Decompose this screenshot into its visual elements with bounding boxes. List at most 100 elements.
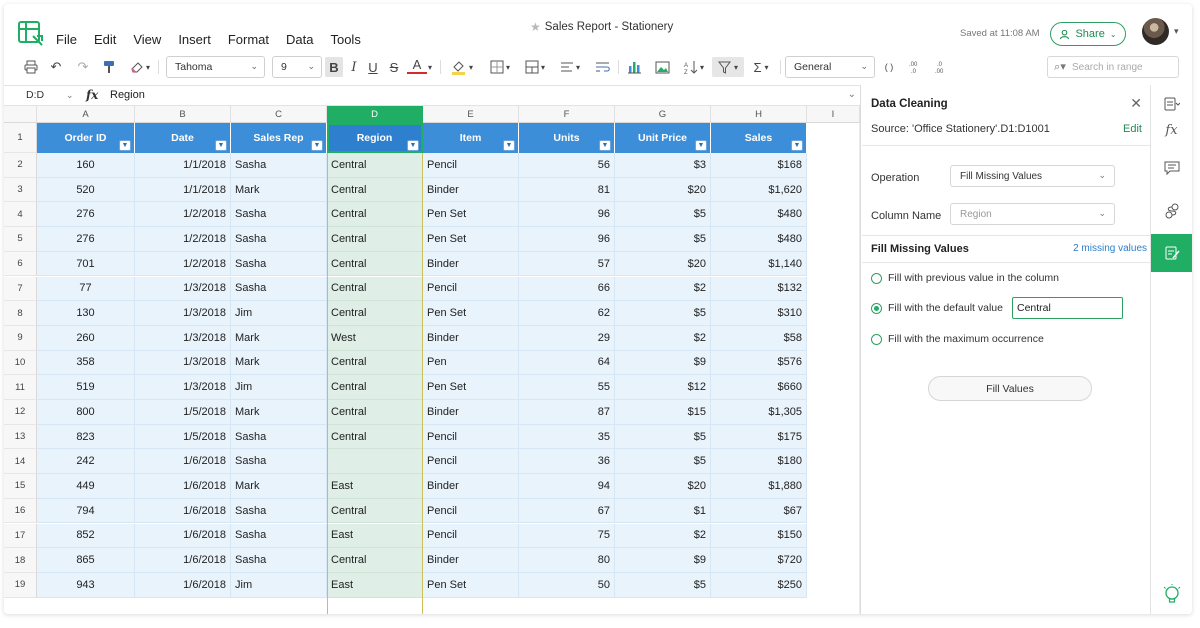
table-cell[interactable]: Sasha: [231, 227, 327, 252]
table-cell[interactable]: Binder: [423, 400, 519, 425]
table-cell[interactable]: 1/3/2018: [135, 375, 231, 400]
table-cell[interactable]: 276: [37, 227, 135, 252]
row-header[interactable]: 5: [4, 227, 37, 252]
table-cell[interactable]: $2: [615, 325, 711, 351]
table-cell[interactable]: $168: [711, 153, 807, 178]
table-cell[interactable]: East: [327, 523, 423, 549]
table-cell[interactable]: $20: [615, 177, 711, 203]
share-button[interactable]: Share ⌄: [1050, 22, 1126, 46]
operation-select[interactable]: Fill Missing Values ⌄: [950, 165, 1115, 187]
table-cell[interactable]: 865: [37, 548, 135, 573]
table-cell[interactable]: 1/6/2018: [135, 449, 231, 475]
table-cell[interactable]: $9: [615, 350, 711, 376]
table-cell[interactable]: 1/6/2018: [135, 572, 231, 598]
table-cell[interactable]: 62: [519, 301, 615, 326]
table-cell[interactable]: 55: [519, 375, 615, 400]
close-icon[interactable]: ✕: [1130, 95, 1142, 112]
row-header[interactable]: 2: [4, 153, 37, 178]
row-header[interactable]: 18: [4, 548, 37, 573]
table-cell[interactable]: $132: [711, 276, 807, 302]
menu-data[interactable]: Data: [286, 32, 313, 47]
radio-default-value[interactable]: [871, 302, 882, 314]
filter-dropdown-icon[interactable]: ▼: [791, 140, 803, 151]
table-cell[interactable]: 1/3/2018: [135, 301, 231, 326]
table-cell[interactable]: Pencil: [423, 449, 519, 475]
row-header[interactable]: 11: [4, 375, 37, 400]
radio-maximum-occurrence[interactable]: [871, 333, 882, 345]
table-cell[interactable]: $1,305: [711, 400, 807, 425]
table-cell[interactable]: 276: [37, 202, 135, 228]
connections-icon[interactable]: [1151, 192, 1192, 230]
table-cell[interactable]: $150: [711, 523, 807, 549]
table-cell[interactable]: 29: [519, 325, 615, 351]
sort-icon[interactable]: A Z ▾: [681, 57, 707, 77]
filter-dropdown-icon[interactable]: ▼: [407, 140, 419, 151]
filter-dropdown-icon[interactable]: ▼: [695, 140, 707, 151]
increase-decimal-icon[interactable]: .00.0: [906, 57, 924, 77]
table-cell[interactable]: $480: [711, 227, 807, 252]
table-cell[interactable]: 80: [519, 548, 615, 573]
chevron-down-icon[interactable]: ▾: [1174, 26, 1179, 37]
cell-reference[interactable]: D:D: [26, 89, 44, 101]
table-cell[interactable]: $9: [615, 548, 711, 573]
row-header[interactable]: 4: [4, 202, 37, 228]
column-header-g[interactable]: G: [615, 106, 711, 123]
table-cell[interactable]: Pen Set: [423, 572, 519, 598]
table-cell[interactable]: [327, 449, 423, 475]
column-title-cell[interactable]: Unit Price ▼: [615, 123, 711, 153]
column-title-cell[interactable]: Item ▼: [423, 123, 519, 153]
chart-icon[interactable]: [625, 57, 643, 77]
table-cell[interactable]: 800: [37, 400, 135, 425]
column-header-c[interactable]: C: [231, 106, 327, 123]
strikethrough-button[interactable]: S: [386, 57, 402, 77]
table-cell[interactable]: 260: [37, 325, 135, 351]
table-cell[interactable]: Sasha: [231, 548, 327, 573]
table-cell[interactable]: 1/2/2018: [135, 227, 231, 252]
filter-dropdown-icon[interactable]: ▼: [311, 140, 323, 151]
menu-insert[interactable]: Insert: [178, 32, 211, 47]
table-cell[interactable]: $2: [615, 276, 711, 302]
table-cell[interactable]: Mark: [231, 400, 327, 425]
table-cell[interactable]: $310: [711, 301, 807, 326]
image-icon[interactable]: [653, 57, 671, 77]
default-value-input[interactable]: [1012, 297, 1123, 319]
table-cell[interactable]: Pencil: [423, 498, 519, 524]
row-header[interactable]: 1: [4, 123, 37, 153]
column-i-cells[interactable]: [807, 123, 860, 614]
column-header-e[interactable]: E: [423, 106, 519, 123]
column-header-f[interactable]: F: [519, 106, 615, 123]
table-cell[interactable]: 36: [519, 449, 615, 475]
table-cell[interactable]: Sasha: [231, 251, 327, 277]
column-header-b[interactable]: B: [135, 106, 231, 123]
table-cell[interactable]: $1,620: [711, 177, 807, 203]
row-header[interactable]: 3: [4, 177, 37, 203]
underline-button[interactable]: U: [365, 57, 381, 77]
parentheses-icon[interactable]: ( ): [880, 57, 898, 77]
table-cell[interactable]: 1/3/2018: [135, 276, 231, 302]
filter-icon[interactable]: ▾: [712, 57, 744, 77]
chevron-down-icon[interactable]: ⌄: [848, 89, 856, 100]
table-cell[interactable]: Central: [327, 177, 423, 203]
font-size-select[interactable]: 9 ⌄: [272, 56, 322, 78]
table-cell[interactable]: Pencil: [423, 424, 519, 450]
table-cell[interactable]: $20: [615, 251, 711, 277]
table-cell[interactable]: 1/2/2018: [135, 251, 231, 277]
table-cell[interactable]: 1/6/2018: [135, 474, 231, 499]
table-cell[interactable]: $67: [711, 498, 807, 524]
table-cell[interactable]: 794: [37, 498, 135, 524]
document-title[interactable]: ★ Sales Report - Stationery: [530, 20, 673, 34]
column-name-select[interactable]: Region ⌄: [950, 203, 1115, 225]
table-cell[interactable]: $250: [711, 572, 807, 598]
table-cell[interactable]: 519: [37, 375, 135, 400]
table-cell[interactable]: Central: [327, 375, 423, 400]
table-cell[interactable]: Jim: [231, 301, 327, 326]
table-cell[interactable]: Binder: [423, 251, 519, 277]
table-cell[interactable]: $12: [615, 375, 711, 400]
table-cell[interactable]: 77: [37, 276, 135, 302]
table-cell[interactable]: 96: [519, 202, 615, 228]
borders-icon[interactable]: ▾: [487, 57, 513, 77]
table-cell[interactable]: Pencil: [423, 523, 519, 549]
table-cell[interactable]: Jim: [231, 572, 327, 598]
table-cell[interactable]: 35: [519, 424, 615, 450]
option-default-value[interactable]: Fill with the default value: [871, 302, 1003, 314]
